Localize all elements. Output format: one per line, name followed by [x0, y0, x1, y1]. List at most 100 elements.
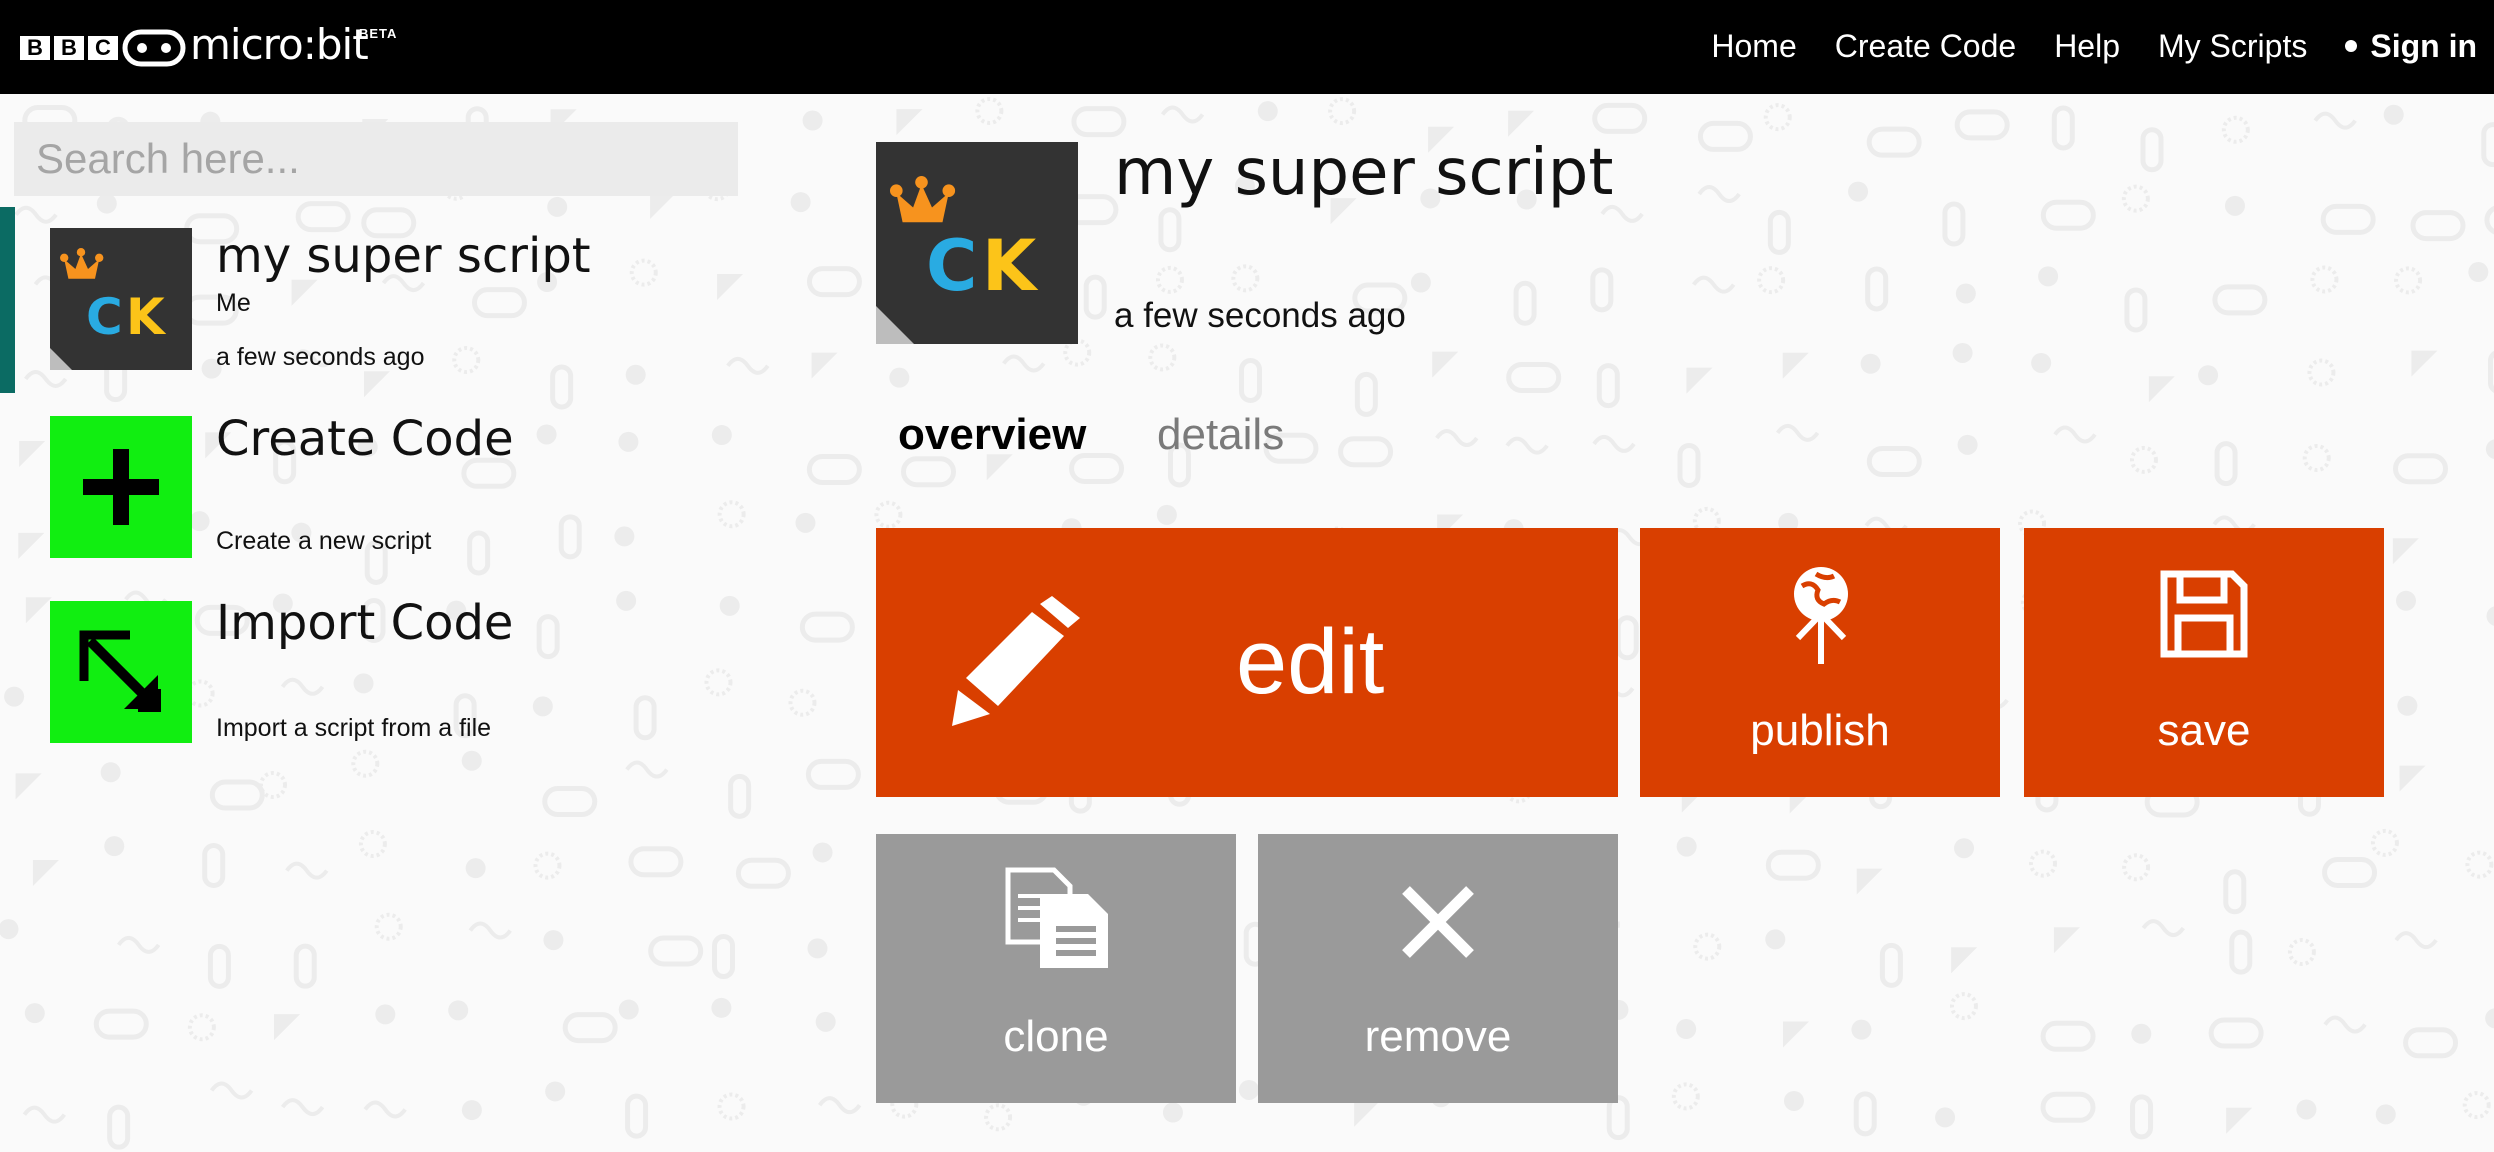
background-doodle: [2130, 1094, 2154, 1140]
background-doodle: [1952, 342, 1973, 363]
background-doodle: [1693, 932, 1722, 961]
background-doodle: [2129, 445, 2158, 474]
background-doodle: [1866, 445, 1922, 477]
background-doodle: [545, 1081, 566, 1102]
background-doodle: [1955, 283, 1976, 304]
background-doodle: [2040, 199, 2096, 231]
background-doodle: [104, 836, 125, 857]
bbc-logo[interactable]: B B C: [20, 36, 118, 60]
background-doodle: [2140, 127, 2164, 173]
brand-name[interactable]: micro:bit: [190, 20, 369, 69]
background-doodle: [207, 943, 231, 989]
background-doodle: [2403, 1027, 2459, 1059]
background-doodle: [1765, 929, 1786, 950]
background-doodle: [805, 758, 861, 790]
floppy-disk-icon: [2160, 570, 2248, 658]
background-doodle: [2399, 765, 2426, 792]
background-doodle: [375, 1004, 396, 1025]
clone-button[interactable]: clone: [876, 834, 1236, 1103]
background-doodle: [1160, 105, 1205, 124]
background-doodle: [0, 919, 19, 940]
nav-sign-in-link[interactable]: Sign in: [2345, 28, 2477, 65]
svg-text:C: C: [86, 288, 123, 346]
background-doodle: [1606, 1095, 1630, 1141]
background-doodle: [1615, 615, 1639, 661]
bbc-letter-b1: B: [20, 36, 50, 60]
sidebar-item-create-code[interactable]: Create Code Create a new script: [0, 393, 780, 579]
background-doodle: [2392, 538, 2419, 565]
background-doodle: [1782, 352, 1809, 379]
background-doodle: [1257, 101, 1278, 122]
background-doodle: [1692, 275, 1736, 294]
signin-dot-icon: [2345, 40, 2358, 52]
background-doodle: [2226, 1107, 2253, 1134]
background-doodle: [461, 1100, 482, 1121]
background-doodle: [209, 1081, 254, 1100]
background-doodle: [1942, 201, 1966, 247]
background-doodle: [1328, 97, 1357, 126]
background-doodle: [2031, 352, 2052, 373]
background-doodle: [1782, 1021, 1809, 1048]
background-doodle: [1856, 868, 1883, 895]
background-doodle: [2221, 115, 2250, 144]
top-navigation-bar: B B C micro:bit BETA Home Create Code He…: [0, 0, 2494, 94]
remove-button[interactable]: remove: [1258, 834, 1618, 1103]
save-button[interactable]: save: [2024, 528, 2384, 797]
selected-indicator: [0, 207, 15, 393]
publish-label: publish: [1750, 706, 1890, 755]
sidebar-item-my-super-script[interactable]: C K my super script Me a few seconds ago: [0, 207, 780, 393]
background-doodle: [1697, 120, 1753, 152]
sidebar-item-author: Me: [216, 289, 251, 317]
background-doodle: [2053, 425, 2097, 444]
background-doodle: [2038, 266, 2059, 287]
background-doodle: [818, 1096, 862, 1115]
remove-label: remove: [1364, 1012, 1512, 1061]
background-doodle: [2214, 441, 2238, 487]
svg-text:K: K: [982, 225, 1039, 307]
nav-help-link[interactable]: Help: [2054, 28, 2120, 65]
background-doodle: [562, 1012, 618, 1044]
background-doodle: [1865, 266, 1889, 312]
background-doodle: [2320, 203, 2376, 235]
background-doodle: [712, 934, 736, 980]
background-doodle: [2468, 262, 2489, 283]
beta-badge: BETA: [359, 26, 398, 41]
sidebar-item-import-code[interactable]: Import Code Import a script from a file: [0, 579, 780, 765]
background-doodle: [1676, 836, 1697, 857]
nav-create-code-link[interactable]: Create Code: [1835, 28, 2016, 65]
background-doodle: [1354, 371, 1378, 417]
background-doodle: [2485, 439, 2494, 460]
nav-home-link[interactable]: Home: [1711, 28, 1796, 65]
background-doodle: [2486, 606, 2494, 626]
search-input[interactable]: [14, 122, 738, 196]
background-doodle: [2485, 1008, 2494, 1029]
background-doodle: [468, 921, 512, 940]
background-doodle: [202, 842, 226, 888]
sidebar-item-title: Import Code: [216, 595, 514, 651]
background-doodle: [187, 1013, 216, 1042]
background-doodle: [24, 1003, 45, 1024]
background-doodle: [100, 762, 121, 783]
publish-button[interactable]: publish: [1640, 528, 2000, 797]
microbit-logo-icon: [122, 29, 186, 67]
sidebar-item-subtitle: Import a script from a file: [216, 714, 492, 742]
background-doodle: [358, 830, 387, 859]
background-doodle: [1239, 1079, 1260, 1100]
sidebar-item-title: my super script: [216, 228, 591, 284]
tab-overview[interactable]: overview: [898, 410, 1086, 460]
background-doodle: [1879, 942, 1903, 988]
nav-my-scripts-link[interactable]: My Scripts: [2158, 28, 2307, 65]
background-doodle: [1231, 264, 1260, 293]
background-doodle: [2208, 1017, 2264, 1049]
background-doodle: [806, 454, 862, 486]
background-doodle: [1935, 1107, 1956, 1128]
background-doodle: [285, 861, 329, 880]
tab-details[interactable]: details: [1157, 410, 1284, 460]
background-doodle: [1508, 110, 1535, 137]
script-thumbnail-icon: C K: [50, 228, 192, 370]
background-doodle: [1513, 280, 1537, 326]
background-doodle: [1506, 361, 1562, 393]
background-doodle: [107, 1104, 131, 1150]
bbc-letter-c: C: [88, 36, 118, 60]
bbc-letter-b2: B: [54, 36, 84, 60]
